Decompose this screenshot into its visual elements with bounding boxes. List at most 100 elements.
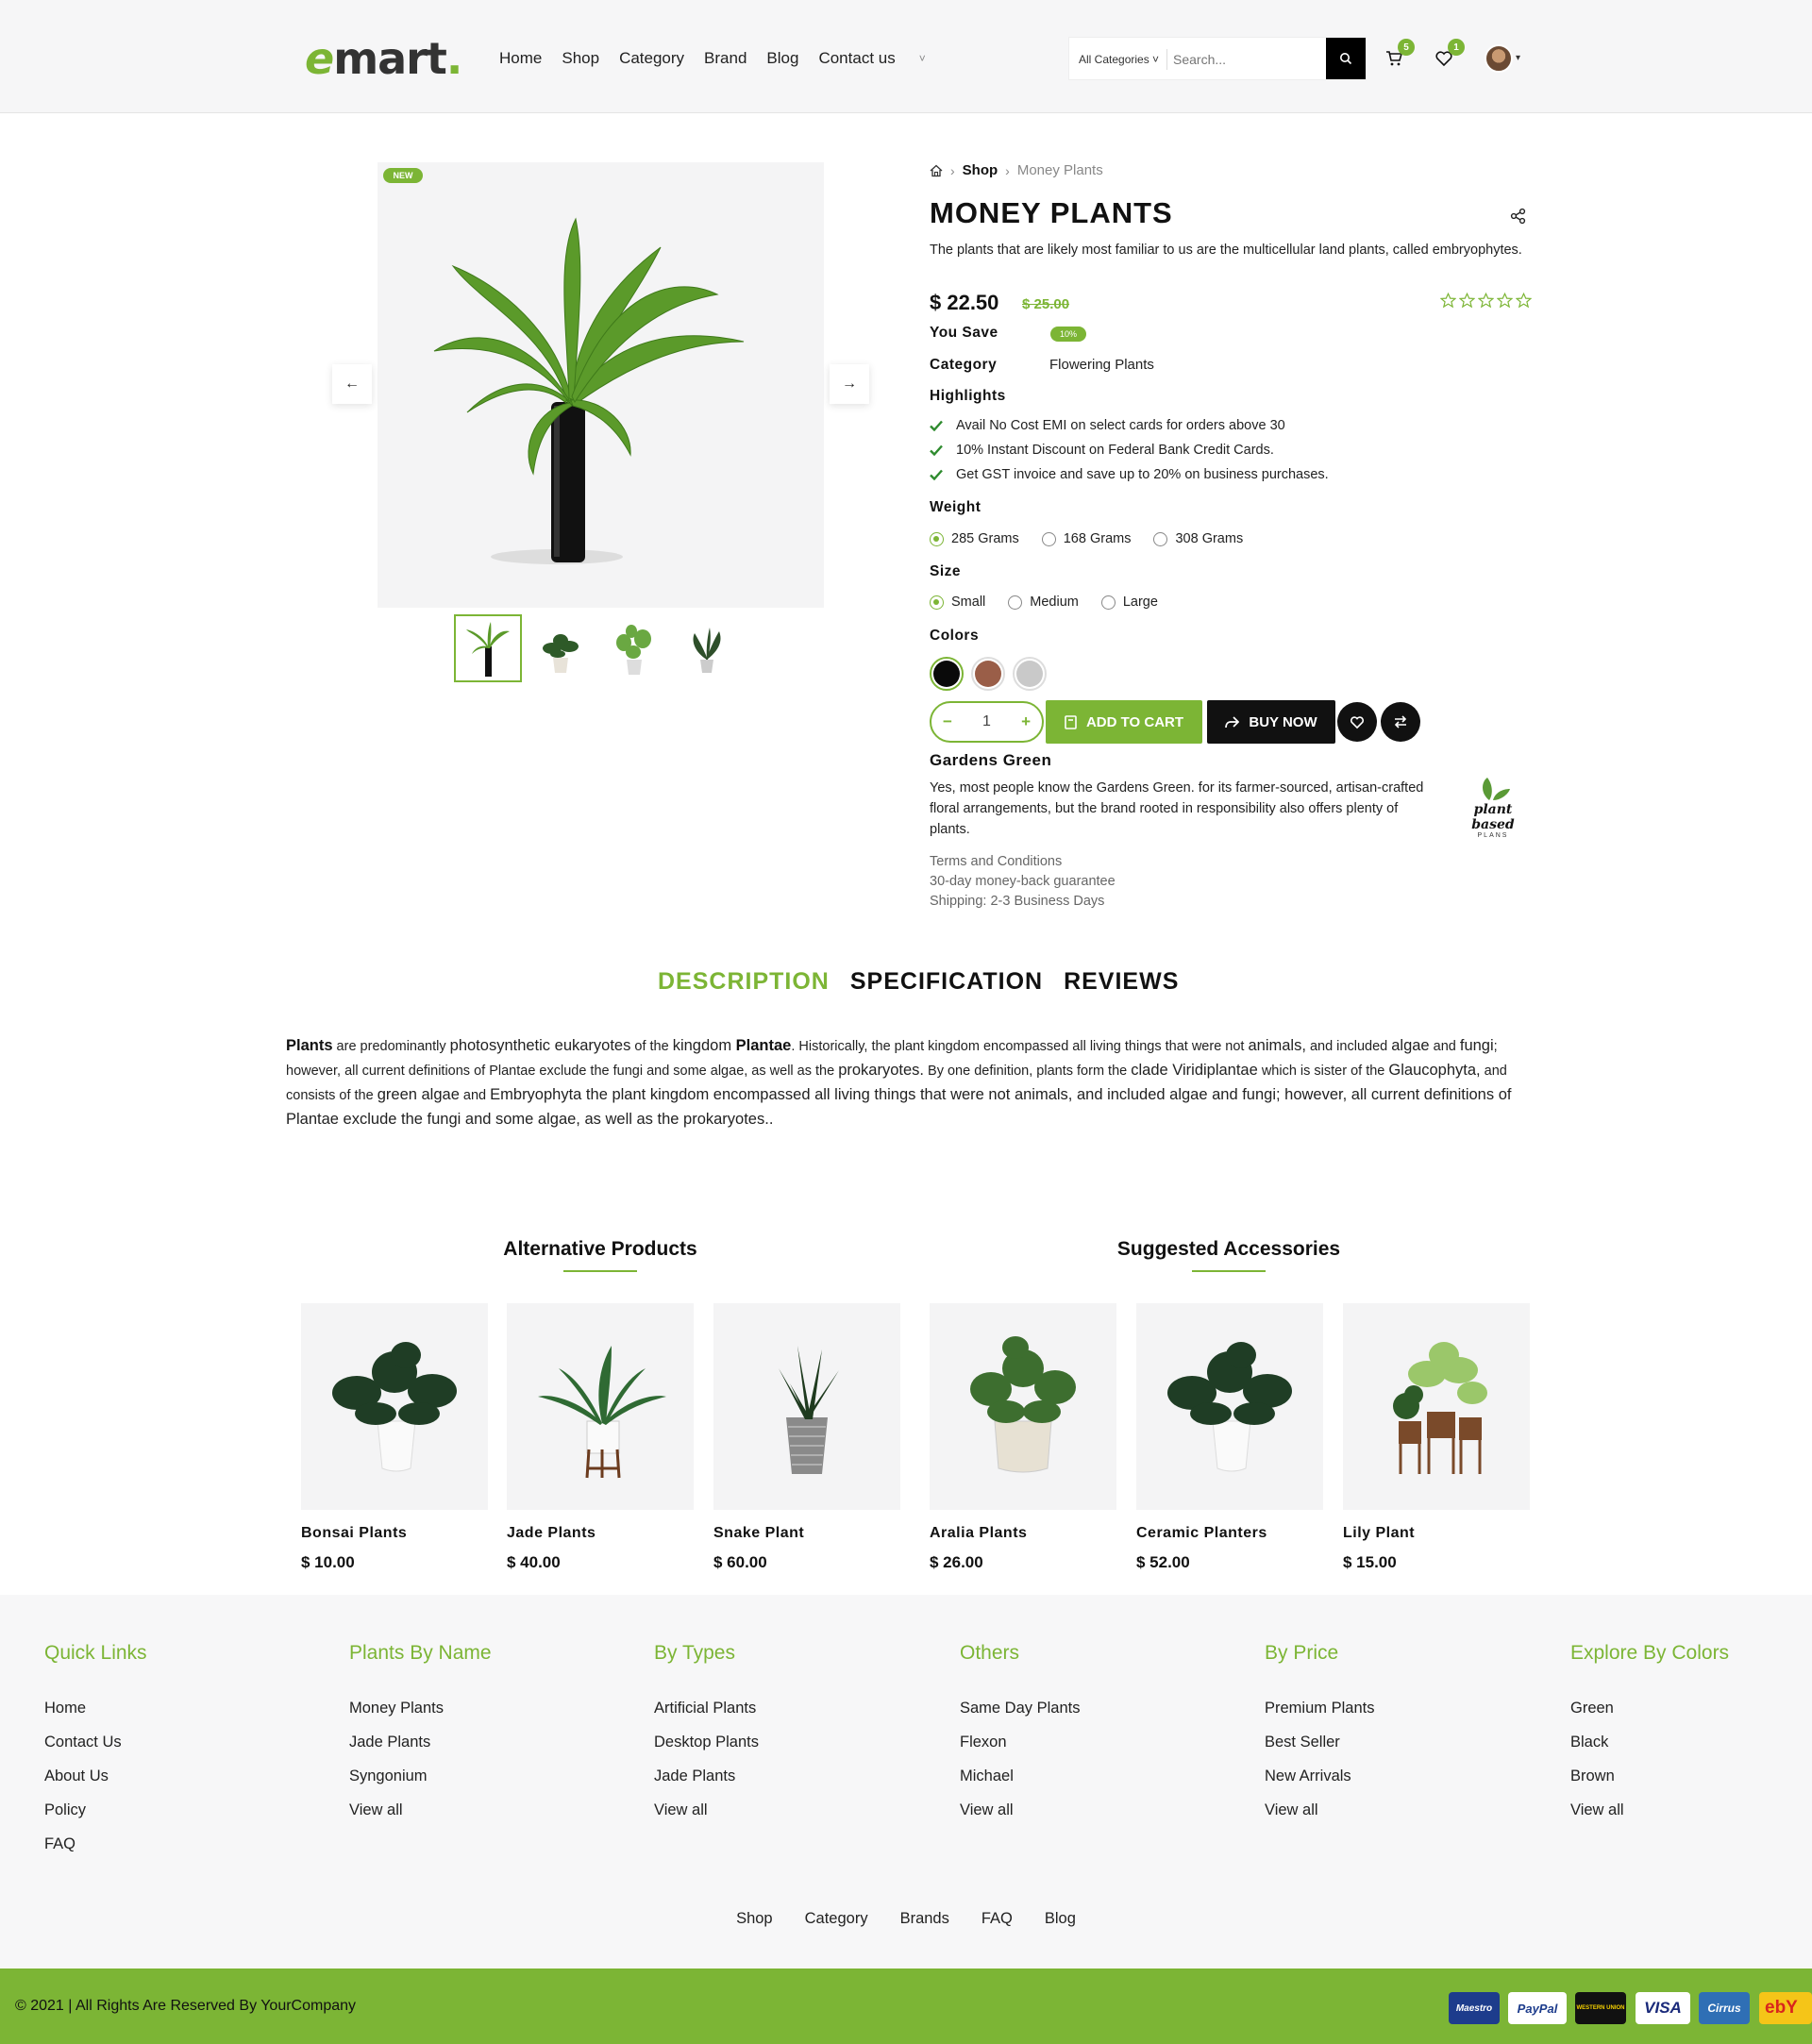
footer-link[interactable]: View all [349, 1793, 492, 1827]
footer-link[interactable]: New Arrivals [1265, 1759, 1374, 1793]
footer-link[interactable]: Same Day Plants [960, 1691, 1080, 1725]
product-card[interactable]: Ceramic Planters $ 52.00 [1136, 1303, 1323, 1572]
footer-link[interactable]: Michael [960, 1759, 1080, 1793]
footer-link[interactable]: Policy [44, 1793, 147, 1827]
footer-link[interactable]: View all [1570, 1793, 1729, 1827]
footer-link[interactable]: Jade Plants [349, 1725, 492, 1759]
cart-button[interactable]: 5 [1383, 39, 1415, 70]
quantity-value[interactable]: 1 [982, 713, 991, 730]
footer-link[interactable]: Best Seller [1265, 1725, 1374, 1759]
footer-link[interactable]: Money Plants [349, 1691, 492, 1725]
home-icon[interactable] [930, 164, 943, 177]
product-card[interactable]: Jade Plants $ 40.00 [507, 1303, 694, 1572]
footer-link[interactable]: About Us [44, 1759, 147, 1793]
thumbnail-4[interactable] [673, 614, 741, 682]
nav-shop[interactable]: Shop [562, 47, 599, 70]
product-card-name[interactable]: Lily Plant [1343, 1525, 1530, 1542]
color-swatch-gray[interactable] [1013, 657, 1047, 691]
lily-plant-image [1393, 1341, 1487, 1474]
product-card[interactable]: Bonsai Plants $ 10.00 [301, 1303, 488, 1572]
product-card-name[interactable]: Aralia Plants [930, 1525, 1116, 1542]
user-avatar[interactable] [1485, 44, 1513, 73]
footer-link[interactable]: FAQ [44, 1827, 147, 1861]
footer-link[interactable]: Premium Plants [1265, 1691, 1374, 1725]
footer-bottom-link[interactable]: Brands [900, 1910, 949, 1928]
footer-bottom-link[interactable]: Blog [1045, 1910, 1076, 1928]
gallery-next-button[interactable]: → [830, 364, 869, 404]
breadcrumb-separator: › [1005, 162, 1010, 178]
footer-link[interactable]: Desktop Plants [654, 1725, 759, 1759]
aralia-plant-image [970, 1335, 1076, 1472]
buy-now-button[interactable]: BUY NOW [1207, 700, 1335, 744]
color-swatch-black[interactable] [930, 657, 964, 691]
thumbnail-1[interactable] [454, 614, 522, 682]
thumbnail-2[interactable] [527, 614, 595, 682]
nav-more-chevron-icon[interactable]: ˅ [919, 47, 926, 70]
product-card-name[interactable]: Bonsai Plants [301, 1525, 488, 1542]
product-card-image [1136, 1303, 1323, 1510]
nav-home[interactable]: Home [499, 47, 542, 70]
footer-link[interactable]: Jade Plants [654, 1759, 759, 1793]
footer-column-others: Others Same Day Plants Flexon Michael Vi… [960, 1642, 1080, 1827]
size-option[interactable]: Small [930, 595, 985, 610]
terms-link[interactable]: Terms and Conditions [930, 852, 1116, 872]
footer-link[interactable]: View all [1265, 1793, 1374, 1827]
footer-column-by-price: By Price Premium Plants Best Seller New … [1265, 1642, 1374, 1827]
gallery-prev-button[interactable]: ← [332, 364, 372, 404]
search-category-select[interactable]: All Categories ˅ [1079, 38, 1159, 81]
nav-brand[interactable]: Brand [704, 47, 747, 70]
add-to-wishlist-button[interactable] [1337, 702, 1377, 742]
footer-link[interactable]: Black [1570, 1725, 1729, 1759]
nav-contact[interactable]: Contact us [818, 47, 895, 70]
footer-link[interactable]: Artificial Plants [654, 1691, 759, 1725]
plus-icon[interactable]: + [1021, 712, 1031, 731]
product-card-name[interactable]: Jade Plants [507, 1525, 694, 1542]
footer-link[interactable]: Flexon [960, 1725, 1080, 1759]
product-card[interactable]: Aralia Plants $ 26.00 [930, 1303, 1116, 1572]
tab-description[interactable]: DESCRIPTION [658, 968, 830, 996]
guarantee-text: 30-day money-back guarantee [930, 874, 1116, 889]
footer-link[interactable]: View all [654, 1793, 759, 1827]
nav-category[interactable]: Category [619, 47, 684, 70]
footer-bottom-link[interactable]: Category [805, 1910, 868, 1928]
you-save-badge: 10% [1050, 327, 1086, 342]
product-card[interactable]: Snake Plant $ 60.00 [713, 1303, 900, 1572]
search-input[interactable] [1173, 45, 1315, 74]
footer-link[interactable]: Green [1570, 1691, 1729, 1725]
color-swatch-brown[interactable] [971, 657, 1005, 691]
footer-bottom-link[interactable]: FAQ [982, 1910, 1013, 1928]
share-icon [1510, 208, 1526, 225]
minus-icon[interactable]: − [943, 712, 952, 731]
rating-stars[interactable] [1440, 293, 1532, 309]
footer-link[interactable]: Contact Us [44, 1725, 147, 1759]
weight-option[interactable]: 168 Grams [1041, 531, 1131, 546]
weight-option[interactable]: 285 Grams [930, 531, 1019, 546]
footer-column-title: Others [960, 1642, 1020, 1664]
nav-blog[interactable]: Blog [766, 47, 798, 70]
tab-reviews[interactable]: REVIEWS [1064, 968, 1179, 996]
size-option[interactable]: Large [1100, 595, 1158, 610]
search-button[interactable] [1326, 38, 1366, 79]
footer-column-title: By Price [1265, 1642, 1339, 1664]
footer-link[interactable]: Brown [1570, 1759, 1729, 1793]
add-to-cart-button[interactable]: ADD TO CART [1046, 700, 1202, 744]
footer-link[interactable]: View all [960, 1793, 1080, 1827]
site-logo[interactable]: emart. [305, 34, 462, 83]
footer-bottom-link[interactable]: Shop [736, 1910, 773, 1928]
weight-option[interactable]: 308 Grams [1153, 531, 1243, 546]
product-card-name[interactable]: Ceramic Planters [1136, 1525, 1323, 1542]
compare-button[interactable] [1381, 702, 1420, 742]
avatar-chevron-down-icon[interactable]: ▾ [1516, 53, 1520, 63]
size-option[interactable]: Medium [1008, 595, 1079, 610]
wishlist-count-badge: 1 [1448, 39, 1465, 56]
wishlist-button[interactable]: 1 [1433, 39, 1465, 70]
tab-specification[interactable]: SPECIFICATION [850, 968, 1043, 996]
breadcrumb-shop[interactable]: Shop [963, 162, 998, 178]
footer-link[interactable]: Home [44, 1691, 147, 1725]
product-card-name[interactable]: Snake Plant [713, 1525, 900, 1542]
footer-link[interactable]: Syngonium [349, 1759, 492, 1793]
thumbnail-3[interactable] [600, 614, 668, 682]
share-button[interactable] [1510, 208, 1527, 229]
product-card-price: $ 26.00 [930, 1553, 983, 1571]
product-card[interactable]: Lily Plant $ 15.00 [1343, 1303, 1530, 1572]
